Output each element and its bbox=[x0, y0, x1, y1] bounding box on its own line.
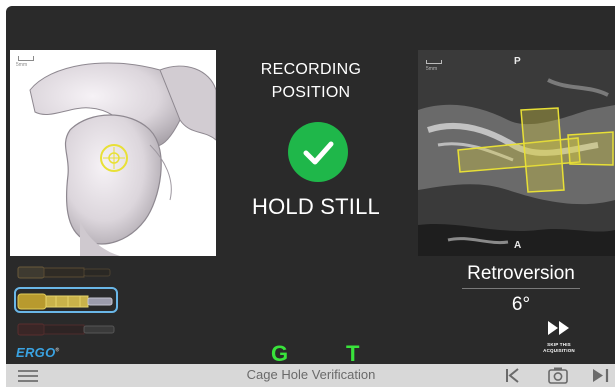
ct-slice-view: 5mm P A bbox=[418, 50, 615, 256]
ct-slice-image bbox=[418, 50, 615, 256]
status-title-line2: POSITION bbox=[271, 84, 351, 101]
brand-name: ERGO bbox=[16, 345, 56, 360]
implant-3-icon bbox=[17, 323, 115, 336]
fast-forward-icon bbox=[548, 321, 569, 335]
next-step-button[interactable] bbox=[588, 366, 612, 385]
hamburger-menu-icon[interactable] bbox=[18, 368, 40, 384]
tracker-g-indicator: G bbox=[271, 341, 289, 364]
skip-acquisition-button[interactable]: SKIP THIS ACQUISITION bbox=[524, 318, 594, 364]
previous-step-button[interactable] bbox=[502, 366, 524, 385]
bottom-bar: Cage Hole Verification bbox=[6, 364, 615, 387]
retroversion-label: Retroversion bbox=[467, 263, 575, 284]
checkmark-icon bbox=[288, 122, 348, 182]
posterior-marker: P bbox=[514, 56, 521, 67]
skip-label: SKIP THIS ACQUISITION bbox=[524, 342, 594, 354]
skip-label-line2: ACQUISITION bbox=[543, 348, 575, 353]
hold-still-message: HOLD STILL bbox=[252, 194, 380, 219]
ergo-logo: ERGO® bbox=[16, 345, 59, 360]
camera-icon bbox=[548, 367, 568, 384]
implant-2-icon bbox=[17, 293, 113, 310]
implant-option-1[interactable] bbox=[16, 262, 126, 282]
scapula-3d-view: 5mm bbox=[10, 50, 216, 256]
camera-button[interactable] bbox=[546, 366, 570, 385]
retroversion-value: 6° bbox=[511, 294, 531, 315]
brand-mark: ® bbox=[55, 347, 60, 354]
implant-option-3[interactable] bbox=[16, 319, 126, 339]
retroversion-divider bbox=[462, 288, 580, 289]
status-title-line1: RECORDING bbox=[260, 61, 362, 78]
scapula-model bbox=[29, 62, 216, 256]
implant-1-icon bbox=[17, 266, 111, 279]
implant-option-2[interactable] bbox=[14, 287, 126, 313]
previous-step-icon bbox=[506, 368, 519, 383]
ct-scale-bar-icon bbox=[426, 60, 442, 64]
next-step-icon bbox=[593, 369, 609, 382]
anterior-marker: A bbox=[514, 240, 522, 251]
ct-scale-label: 5mm bbox=[426, 66, 438, 72]
tracker-t-indicator: T bbox=[346, 341, 360, 364]
app-screen: 5mm RECORDING POSITION HOLD STILL 5mm P … bbox=[0, 0, 615, 387]
main-panel: 5mm RECORDING POSITION HOLD STILL 5mm P … bbox=[6, 6, 615, 364]
step-title: Cage Hole Verification bbox=[246, 367, 376, 382]
status-title: RECORDING POSITION bbox=[236, 58, 386, 104]
